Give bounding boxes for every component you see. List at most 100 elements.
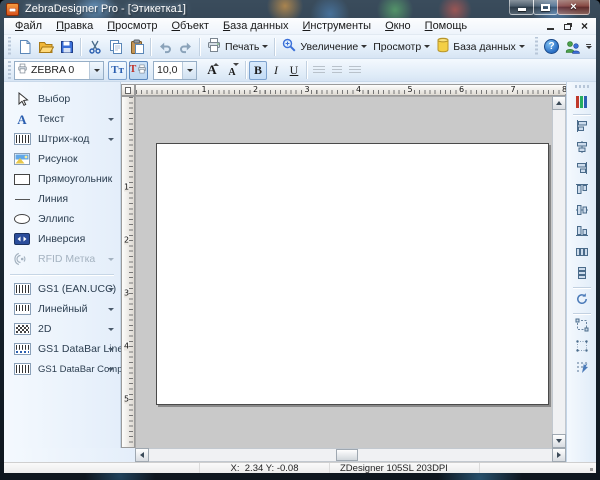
chevron-down-icon[interactable]	[108, 118, 114, 121]
toolbox-item-gs1-databar-composite[interactable]: GS1 DataBar Composite	[4, 359, 120, 379]
toolbar-grip[interactable]	[534, 37, 539, 55]
ruler-number: 3	[124, 289, 129, 298]
increase-font-button[interactable]: A	[202, 60, 222, 81]
align-center-vertical-button[interactable]	[572, 203, 592, 220]
toolbox-item-linear[interactable]: Линейный	[4, 299, 120, 319]
chevron-down-icon[interactable]	[108, 348, 114, 351]
chevron-down-icon[interactable]	[108, 288, 114, 291]
scroll-left-button[interactable]	[135, 448, 149, 462]
zoom-icon	[281, 37, 297, 56]
chevron-down-icon[interactable]	[182, 62, 196, 79]
toolbox-item-rectangle[interactable]: Прямоугольник	[4, 169, 120, 189]
align-center-icon	[332, 66, 342, 75]
redo-icon	[178, 39, 194, 55]
print-button[interactable]: Печать	[203, 36, 271, 57]
database-icon	[436, 37, 450, 56]
chevron-down-icon[interactable]	[108, 308, 114, 311]
horizontal-scrollbar[interactable]	[135, 448, 566, 462]
resize-grip[interactable]	[590, 468, 593, 471]
selection-points-button[interactable]	[572, 339, 592, 356]
chevron-down-icon[interactable]	[108, 328, 114, 331]
underline-button[interactable]: U	[285, 61, 303, 80]
menu-object[interactable]: Объект	[164, 19, 215, 33]
scroll-up-button[interactable]	[552, 96, 566, 110]
bold-button[interactable]: B	[249, 61, 267, 80]
toolbar-grip[interactable]	[575, 85, 589, 88]
toolbox-item-line[interactable]: Линия	[4, 189, 120, 209]
align-left-button[interactable]	[310, 61, 328, 79]
scrollbar-thumb[interactable]	[336, 449, 358, 461]
distribute-vertical-button[interactable]	[572, 266, 592, 283]
chevron-down-icon[interactable]	[108, 138, 114, 141]
chevron-down-icon[interactable]	[108, 368, 114, 371]
ruler-number: 3	[303, 85, 310, 94]
toolbar-grip[interactable]	[7, 61, 12, 79]
align-center-horizontal-button[interactable]	[572, 140, 592, 157]
status-bar: X: 2.34 Y: -0.08 ZDesigner 105SL 203DPI	[4, 462, 596, 473]
menu-tools[interactable]: Инструменты	[295, 19, 378, 33]
chevron-down-icon[interactable]	[89, 62, 103, 79]
italic-button[interactable]: I	[267, 61, 285, 80]
minimize-button[interactable]	[509, 0, 534, 15]
new-document-button[interactable]	[14, 36, 35, 57]
truetype-fonts-toggle[interactable]: Тт	[108, 61, 127, 80]
toolbox-item-select[interactable]: Выбор	[4, 89, 120, 109]
paste-button[interactable]	[126, 36, 147, 57]
selection-marquee-button[interactable]	[572, 318, 592, 335]
rotate-button[interactable]	[572, 292, 592, 309]
menu-database[interactable]: База данных	[216, 19, 296, 33]
align-top-edges-button[interactable]	[572, 182, 592, 199]
toolbox-item-picture[interactable]: Рисунок	[4, 149, 120, 169]
redo-button[interactable]	[175, 36, 196, 57]
align-left-edges-button[interactable]	[572, 119, 592, 136]
toolbar-overflow-button[interactable]	[583, 38, 594, 56]
toolbox-item-ellipse[interactable]: Эллипс	[4, 209, 120, 229]
toolbox-item-inverse[interactable]: Инверсия	[4, 229, 120, 249]
maximize-button[interactable]	[533, 0, 558, 15]
menu-window[interactable]: Окно	[378, 19, 418, 33]
app-icon[interactable]	[6, 3, 19, 16]
copy-button[interactable]	[105, 36, 126, 57]
cut-button[interactable]	[84, 36, 105, 57]
preview-button[interactable]: Просмотр	[370, 36, 433, 57]
menu-view[interactable]: Просмотр	[100, 19, 164, 33]
ruler-corner-button[interactable]	[121, 84, 135, 96]
snap-to-grid-button[interactable]	[572, 360, 592, 377]
align-right-button[interactable]	[346, 61, 364, 79]
align-center-button[interactable]	[328, 61, 346, 79]
mdi-restore-button[interactable]	[559, 19, 576, 33]
scroll-right-button[interactable]	[552, 448, 566, 462]
save-button[interactable]	[56, 36, 77, 57]
toolbox-item-barcode[interactable]: Штрих-код	[4, 129, 120, 149]
help-button[interactable]	[541, 36, 562, 57]
mdi-minimize-button[interactable]	[542, 19, 559, 33]
align-right-edges-button[interactable]	[572, 161, 592, 178]
open-button[interactable]	[35, 36, 56, 57]
design-canvas[interactable]	[135, 96, 552, 448]
vertical-scrollbar[interactable]	[552, 96, 566, 448]
users-button[interactable]	[562, 36, 583, 57]
close-button[interactable]: ×	[557, 0, 590, 15]
zoom-button[interactable]: Увеличение	[278, 36, 370, 57]
toolbox-item-gs1-eanucc[interactable]: GS1 (EAN.UCC)	[4, 279, 120, 299]
decrease-font-button[interactable]: A	[222, 60, 242, 81]
label-page[interactable]	[156, 143, 549, 405]
menu-edit[interactable]: Правка	[49, 19, 100, 33]
toolbox-item-gs1-databar-linear[interactable]: GS1 DataBar Linear	[4, 339, 120, 359]
toolbar-grip[interactable]	[7, 37, 12, 55]
font-size-select[interactable]: 10,0	[153, 61, 197, 80]
undo-button[interactable]	[154, 36, 175, 57]
distribute-horizontal-button[interactable]	[572, 245, 592, 262]
printer-fonts-toggle[interactable]: T	[129, 61, 148, 80]
scroll-down-button[interactable]	[552, 434, 566, 448]
toolbox-item-2d[interactable]: 2D	[4, 319, 120, 339]
menu-help[interactable]: Помощь	[418, 19, 475, 33]
align-bottom-edges-button[interactable]	[572, 224, 592, 241]
menu-file[interactable]: Файл	[8, 19, 49, 33]
database-button[interactable]: База данных	[433, 36, 528, 57]
font-select[interactable]: ZEBRA 0	[14, 61, 104, 80]
toolbox-item-text[interactable]: A Текст	[4, 109, 120, 129]
colors-button[interactable]	[572, 93, 592, 110]
mdi-close-button[interactable]: ×	[576, 19, 593, 33]
titlebar[interactable]: ZebraDesigner Pro - [Этикетка1] ×	[0, 0, 600, 18]
